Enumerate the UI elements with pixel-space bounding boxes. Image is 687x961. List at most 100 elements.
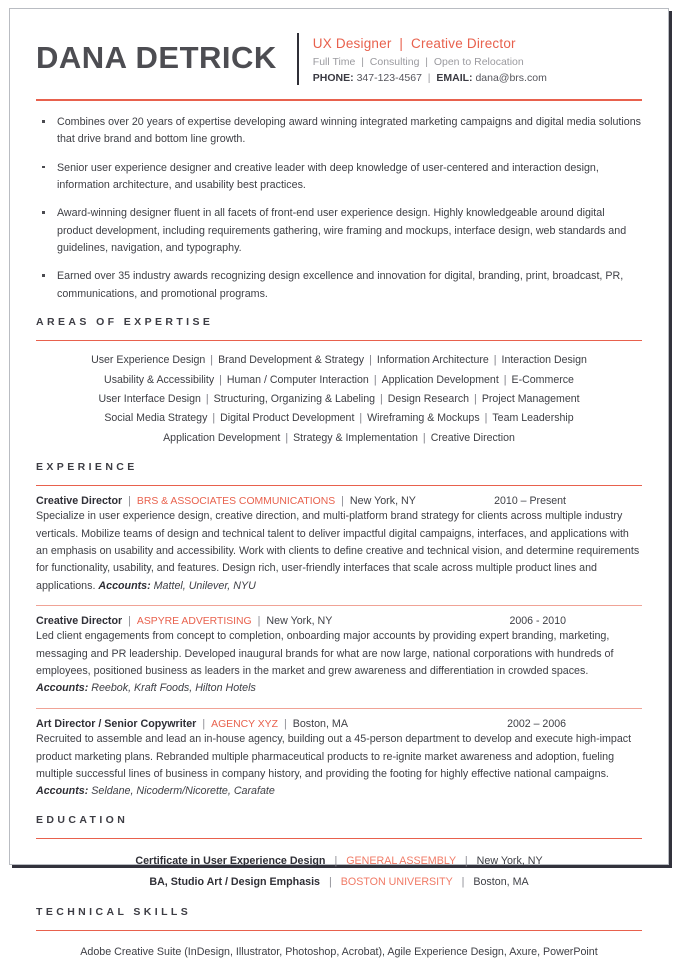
experience-entry: Art Director / Senior Copywriter | AGENC… [36,718,642,800]
list-item: Senior user experience designer and crea… [36,160,642,195]
job-dates: 2002 – 2006 [507,718,566,731]
job-dates: 2006 - 2010 [509,615,566,628]
job-description: Recruited to assemble and lead an in-hou… [36,731,642,800]
expertise-separator: | [373,373,377,386]
expertise-separator: | [212,412,216,425]
expertise-item: Creative Direction [430,431,515,444]
expertise-separator: | [484,412,488,425]
expertise-item: Team Leadership [492,412,574,425]
title-primary: UX Designer [312,36,392,51]
expertise-row: User Experience Design | Brand Development… [36,351,642,370]
experience-divider [36,707,642,710]
section-title: TECHNICAL SKILLS [36,905,192,918]
education-school: GENERAL ASSEMBLY [346,855,456,868]
expertise-separator: | [474,392,477,405]
contact-details-line: PHONE: 347-123-4567 | EMAIL: dana@brs.co… [313,70,642,86]
experience-heading-line: Creative Director | BRS & ASSOCIATES COM… [36,495,642,507]
resume-page: DANA DETRICK UX Designer | Creative Dire… [9,8,669,958]
header-vertical-divider [296,33,299,85]
expertise-item: Information Architecture [376,354,489,367]
summary-bullet-list: Combines over 20 years of expertise deve… [36,114,642,303]
skills-text: Adobe Creative Suite (InDesign, Illustra… [80,946,598,959]
availability-1: Full Time [312,55,356,68]
job-company: ASPYRE ADVERTISING [136,616,252,628]
job-company: BRS & ASSOCIATES COMMUNICATIONS [136,496,336,508]
job-description: Led client engagements from concept to c… [36,628,642,697]
section-accent-rule [36,929,642,932]
expertise-separator: | [285,431,289,444]
contact-separator: | [424,71,434,84]
list-item: Earned over 35 industry awards recognizi… [36,268,642,303]
job-separator: | [283,718,287,731]
job-description-text: Recruited to assemble and lead an in-hou… [36,733,632,780]
expertise-item: Interaction Design [501,354,587,367]
job-separator: | [257,615,261,628]
availability-3: Open to Relocation [433,55,524,68]
accounts-label: Accounts: [36,682,89,695]
expertise-item: Project Management [481,392,580,405]
education-separator: | [334,855,338,868]
availability-2: Consulting [369,55,420,68]
list-item: Combines over 20 years of expertise deve… [36,114,642,149]
job-location: New York, NY [266,615,333,628]
expertise-item: User Interface Design [98,392,201,405]
phone-value[interactable]: 347-123-4567 [357,72,422,84]
section-education: EDUCATION [36,814,642,840]
soft-rule [36,707,642,710]
expertise-row: User Interface Design | Structuring, Organ… [36,390,642,409]
availability-separator-1: | [358,55,367,68]
job-title: Creative Director [36,495,123,508]
professional-titles: UX Designer | Creative Director [313,34,642,54]
section-accent-rule [36,837,642,840]
experience-heading-line: Art Director / Senior Copywriter | AGENC… [36,718,642,730]
expertise-item: Structuring, Organizing & Labeling [213,392,376,405]
expertise-item: Digital Product Development [220,412,355,425]
job-location: Boston, MA [292,718,348,731]
accounts-value: Mattel, Unilever, NYU [153,579,256,592]
expertise-separator: | [219,373,222,386]
job-description: Specialize in user experience design, cr… [36,508,642,595]
section-title: EXPERIENCE [36,460,138,473]
availability-separator-2: | [422,55,431,68]
expertise-item: Strategy & Implementation [293,431,418,444]
job-dates: 2010 – Present [494,495,566,508]
section-technical-skills: TECHNICAL SKILLS [36,906,642,932]
expertise-list: User Experience Design | Brand Development… [36,351,642,447]
expertise-item: Brand Development & Strategy [218,354,365,367]
experience-heading-line: Creative Director | ASPYRE ADVERTISING |… [36,615,642,627]
title-secondary: Creative Director [411,36,516,51]
accounts-value: Reebok, Kraft Foods, Hilton Hotels [91,682,256,695]
section-experience: EXPERIENCE [36,461,642,487]
expertise-separator: | [359,412,363,425]
expertise-separator: | [493,354,497,367]
expertise-row: Application Development | Strategy & Imple… [36,429,642,448]
expertise-separator: | [380,392,383,405]
expertise-row: Usability & Accessibility | Human / Comput… [36,371,642,390]
accounts-value: Seldane, Nicoderm/Nicorette, Carafate [91,785,275,798]
experience-entry: Creative Director | ASPYRE ADVERTISING |… [36,615,642,697]
education-entry: Certificate in User Experience Design | … [36,851,642,872]
section-title: AREAS OF EXPERTISE [36,315,214,328]
expertise-separator: | [422,431,426,444]
expertise-item: Application Development [163,431,281,444]
section-areas-of-expertise: AREAS OF EXPERTISE [36,316,642,342]
email-value[interactable]: dana@brs.com [475,72,546,84]
job-title: Creative Director [36,615,123,628]
page-title: DANA DETRICK [36,40,277,75]
expertise-separator: | [210,354,214,367]
phone-label: PHONE: [312,71,354,84]
expertise-item: Wireframing & Mockups [367,412,480,425]
job-description-text: Led client engagements from concept to c… [36,630,614,678]
expertise-item: User Experience Design [91,354,206,367]
list-item: Award-winning designer fluent in all fac… [36,205,642,257]
accounts-label: Accounts: [36,785,89,798]
expertise-row: Social Media Strategy | Digital Product De… [36,409,642,428]
education-separator: | [464,855,468,868]
job-separator: | [128,495,131,508]
expertise-item: Usability & Accessibility [104,373,215,386]
availability-line: Full Time | Consulting | Open to Relocat… [313,54,642,70]
resume-header: DANA DETRICK UX Designer | Creative Dire… [36,31,642,93]
job-location: New York, NY [349,495,416,508]
section-accent-rule [36,484,642,487]
education-location: New York, NY [476,855,543,868]
